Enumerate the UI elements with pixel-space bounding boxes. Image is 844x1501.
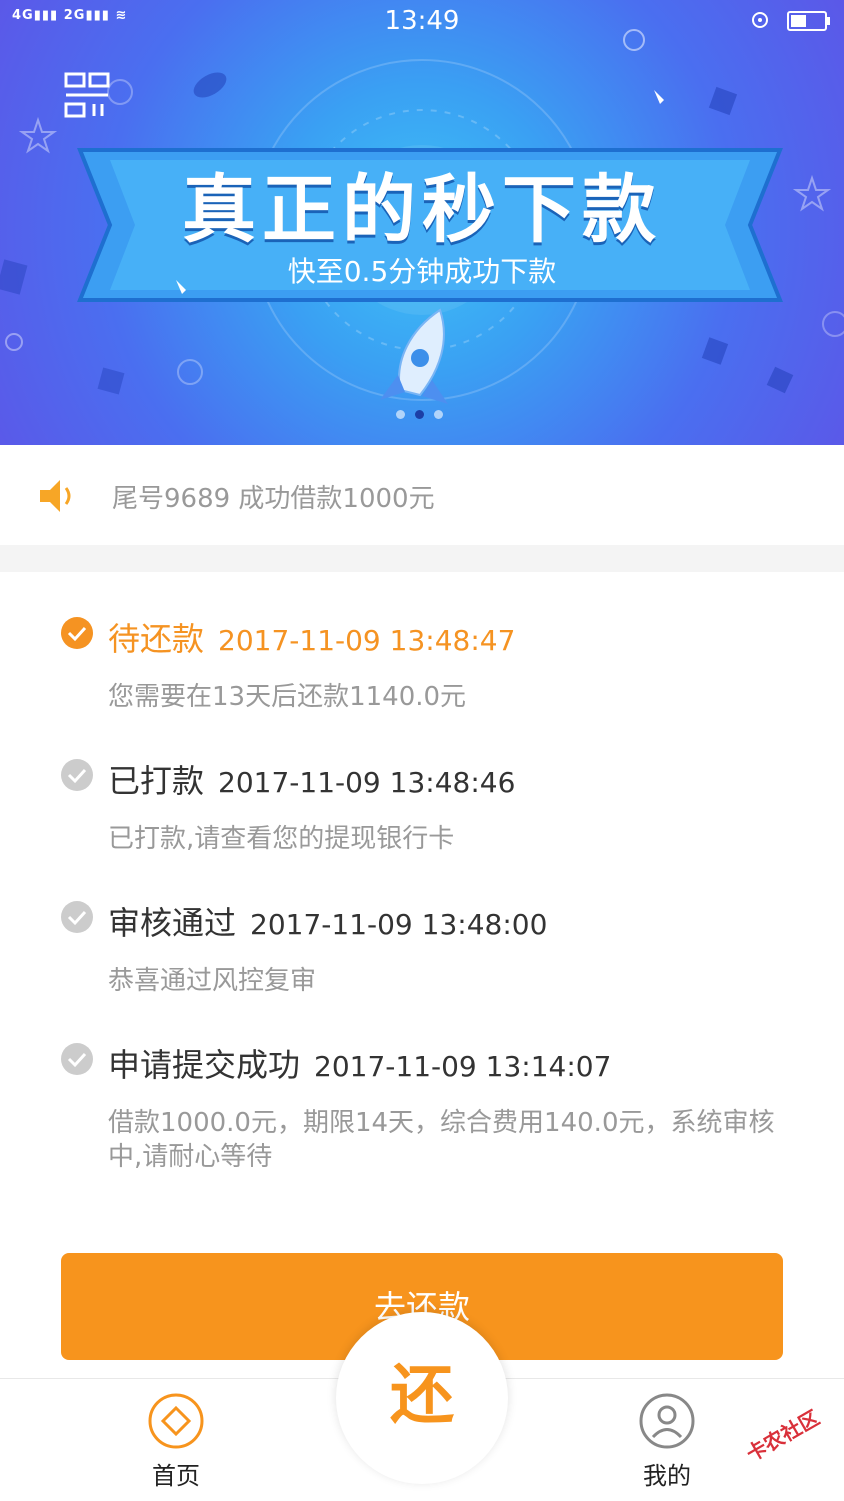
status-time: 13:49 [384, 6, 460, 36]
status-right-icons [750, 8, 832, 40]
home-diamond-icon [148, 1393, 204, 1449]
step-time: 2017-11-09 13:14:07 [314, 1050, 612, 1083]
step-title: 待还款 2017-11-09 13:48:47 [108, 614, 515, 660]
step-title: 审核通过 2017-11-09 13:48:00 [108, 898, 547, 944]
rocket-icon [380, 308, 448, 404]
banner-subtitle: 快至0.5分钟成功下款 [287, 255, 557, 288]
notice-text: 尾号9689 成功借款1000元 [112, 484, 435, 514]
user-icon [639, 1393, 695, 1449]
step-title: 申请提交成功 2017-11-09 13:14:07 [108, 1040, 611, 1086]
step-label: 审核通过 [108, 904, 237, 942]
step-title: 已打款 2017-11-09 13:48:46 [108, 756, 515, 802]
carousel-dot[interactable] [434, 410, 443, 419]
speaker-icon [40, 480, 71, 512]
check-inactive-icon [61, 759, 93, 791]
carousel-dot[interactable] [396, 410, 405, 419]
step-desc: 借款1000.0元，期限14天，综合费用140.0元，系统审核中,请耐心等待 [108, 1108, 775, 1172]
center-repay-button[interactable]: 还 [336, 1312, 508, 1484]
tab-mine-label: 我的 [643, 1462, 691, 1490]
promo-banner[interactable]: 4G▮▮▮ 2G▮▮▮ ≋ 13:49 真正的秒下款 快至0.5分钟成功下款 [0, 0, 844, 445]
status-bar: 4G▮▮▮ 2G▮▮▮ ≋ 13:49 [0, 0, 844, 46]
qr-scan-icon[interactable] [64, 72, 112, 124]
tab-mine[interactable]: 我的 [607, 1392, 727, 1491]
tab-home-label: 首页 [152, 1462, 200, 1490]
carousel-dots[interactable] [396, 410, 443, 419]
step-desc: 您需要在13天后还款1140.0元 [108, 682, 467, 712]
tab-home[interactable]: 首页 [116, 1392, 236, 1491]
step-label: 待还款 [108, 620, 205, 658]
step-time: 2017-11-09 13:48:47 [218, 624, 516, 657]
step-time: 2017-11-09 13:48:46 [218, 766, 516, 799]
step-label: 申请提交成功 [108, 1046, 301, 1084]
step-desc: 恭喜通过风控复审 [108, 966, 317, 996]
step-time: 2017-11-09 13:48:00 [250, 908, 548, 941]
check-inactive-icon [61, 901, 93, 933]
step-label: 已打款 [108, 762, 205, 800]
banner-title: 真正的秒下款 [182, 167, 662, 253]
carousel-dot-active[interactable] [415, 410, 424, 419]
check-inactive-icon [61, 1043, 93, 1075]
center-repay-label: 还 [390, 1359, 454, 1433]
check-active-icon [61, 617, 93, 649]
step-desc: 已打款,请查看您的提现银行卡 [108, 824, 455, 854]
location-battery-icon [752, 11, 830, 31]
